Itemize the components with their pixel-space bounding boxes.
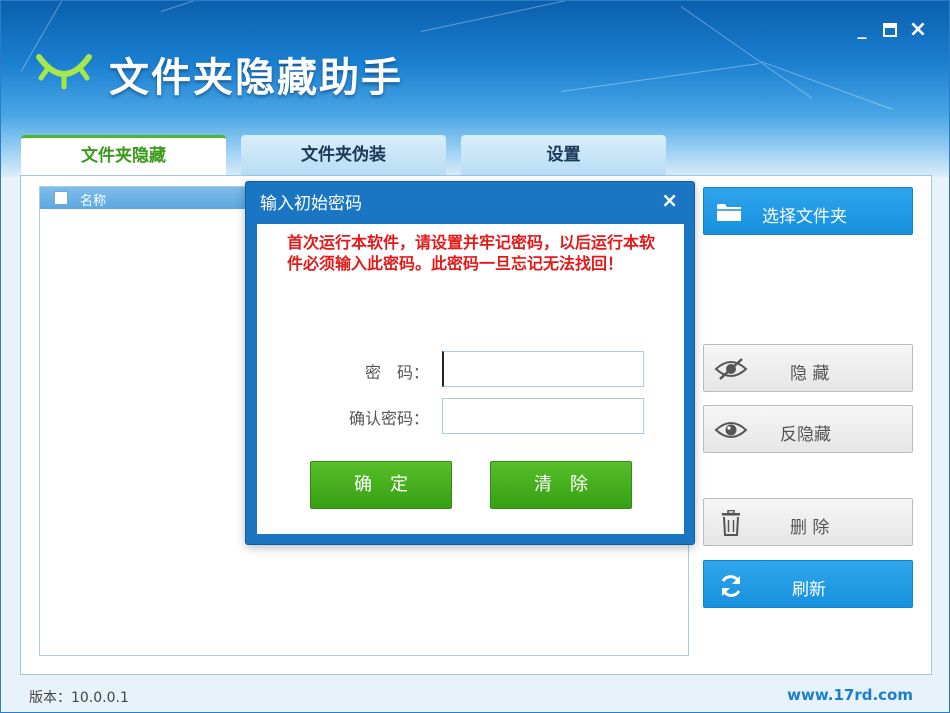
select-folder-button[interactable]: 选择文件夹 (703, 187, 913, 235)
dialog-body: 首次运行本软件，请设置并牢记密码，以后运行本软件必须输入此密码。此密码一旦忘记无… (257, 224, 684, 534)
app-title: 文件夹隐藏助手 (109, 55, 403, 101)
password-label: 密 码： (364, 363, 429, 382)
status-bar: 版本：10.0.0.1 www.17rd.com (1, 677, 949, 713)
maximize-icon (883, 23, 897, 37)
close-window-button[interactable]: × (907, 19, 929, 41)
version-text: 版本：10.0.0.1 (29, 690, 129, 706)
eye-logo-icon (36, 54, 92, 90)
title-bar: 文件夹隐藏助手 _ × 文件夹隐藏 文件夹伪装 设置 (1, 1, 949, 177)
initial-password-dialog: 输入初始密码 × 首次运行本软件，请设置并牢记密码，以后运行本软件必须输入此密码… (245, 181, 695, 545)
website-link[interactable]: www.17rd.com (787, 686, 913, 704)
confirm-button[interactable]: 确定 (310, 461, 452, 509)
unhide-label: 反隐藏 (780, 425, 831, 445)
select-folder-label: 选择文件夹 (762, 207, 847, 227)
maximize-button[interactable] (879, 19, 901, 41)
warning-message: 首次运行本软件，请设置并牢记密码，以后运行本软件必须输入此密码。此密码一旦忘记无… (287, 233, 656, 273)
refresh-label: 刷新 (792, 580, 826, 600)
select-all-checkbox[interactable] (54, 191, 68, 205)
folder-icon (717, 204, 741, 221)
confirm-password-input[interactable] (442, 398, 644, 434)
dialog-title: 输入初始密码 (260, 194, 362, 214)
tab-folder-hide[interactable]: 文件夹隐藏 (21, 135, 226, 175)
tab-folder-disguise[interactable]: 文件夹伪装 (241, 135, 446, 175)
delete-button[interactable]: 删 除 (703, 498, 913, 546)
eye-icon (714, 422, 748, 438)
dialog-close-button[interactable]: × (661, 188, 678, 212)
password-input[interactable] (442, 351, 644, 387)
clear-button[interactable]: 清除 (490, 461, 632, 509)
refresh-button[interactable]: 刷新 (703, 560, 913, 608)
eye-slash-icon (714, 358, 748, 380)
hide-label: 隐 藏 (790, 364, 830, 384)
delete-label: 删 除 (790, 518, 830, 538)
confirm-password-label: 确认密码： (348, 409, 429, 428)
tab-settings[interactable]: 设置 (461, 135, 666, 175)
trash-icon (722, 510, 740, 536)
unhide-button[interactable]: 反隐藏 (703, 405, 913, 453)
refresh-icon (721, 575, 741, 597)
hide-button[interactable]: 隐 藏 (703, 344, 913, 392)
minimize-button[interactable]: _ (851, 19, 873, 41)
column-name-header[interactable]: 名称 (80, 190, 106, 209)
